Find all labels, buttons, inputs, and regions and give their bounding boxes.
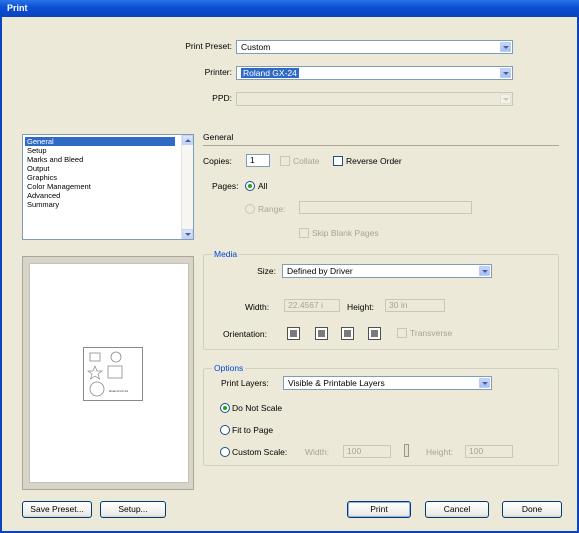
- category-item[interactable]: Color Management: [25, 182, 93, 191]
- options-heading: Options: [212, 363, 246, 373]
- printer-label: Printer:: [204, 67, 232, 77]
- collate-label: Collate: [293, 156, 320, 166]
- skip-blank-checkbox[interactable]: [299, 228, 309, 238]
- category-item[interactable]: Output: [25, 164, 52, 173]
- category-list[interactable]: General Setup Marks and Bleed Output Graphic…: [22, 134, 194, 240]
- scroll-up-icon[interactable]: [182, 135, 193, 145]
- custom-scale-height-field[interactable]: 100: [465, 445, 513, 458]
- print-layers-value: Visible & Printable Layers: [288, 378, 385, 388]
- chevron-down-icon[interactable]: [479, 266, 490, 276]
- print-preview: Roland GX-24: [22, 256, 194, 490]
- pages-range-label: Range:: [258, 204, 286, 214]
- skip-blank-label: Skip Blank Pages: [312, 228, 379, 238]
- print-layers-label: Print Layers:: [221, 378, 269, 388]
- media-width-field[interactable]: 22.4567 i: [284, 299, 340, 312]
- done-button[interactable]: Done: [502, 501, 562, 518]
- reverse-portrait-icon[interactable]: [341, 327, 354, 340]
- fit-to-page-radio[interactable]: [220, 425, 230, 435]
- category-item[interactable]: Graphics: [25, 173, 59, 182]
- print-preset-label: Print Preset:: [185, 41, 232, 51]
- ppd-select[interactable]: [236, 92, 513, 106]
- collate-checkbox[interactable]: [280, 156, 290, 166]
- printer-value: Roland GX-24: [241, 68, 299, 78]
- reverse-order-label: Reverse Order: [346, 156, 402, 166]
- pages-label: Pages:: [212, 181, 239, 191]
- chevron-down-icon: [500, 94, 511, 104]
- pages-all-radio[interactable]: [245, 181, 255, 191]
- general-divider: [203, 145, 559, 146]
- print-preset-select[interactable]: Custom: [236, 40, 513, 54]
- media-height-field[interactable]: 30 in: [385, 299, 445, 312]
- portrait-icon[interactable]: [287, 327, 300, 340]
- category-item[interactable]: Setup: [25, 146, 49, 155]
- category-item[interactable]: Marks and Bleed: [25, 155, 85, 164]
- printer-select[interactable]: Roland GX-24: [236, 66, 513, 80]
- preview-artwork: Roland GX-24: [83, 347, 143, 401]
- fit-to-page-label: Fit to Page: [232, 425, 274, 435]
- do-not-scale-label: Do Not Scale: [232, 403, 283, 413]
- category-item[interactable]: Summary: [25, 200, 61, 209]
- print-preset-value: Custom: [241, 42, 271, 52]
- size-value: Defined by Driver: [287, 266, 353, 276]
- preview-thumb-text: Roland GX-24: [109, 389, 128, 393]
- landscape-icon[interactable]: [315, 327, 328, 340]
- window-title: Print: [7, 3, 28, 13]
- width-label: Width:: [245, 302, 270, 312]
- print-button[interactable]: Print: [347, 501, 411, 518]
- category-item[interactable]: Advanced: [25, 191, 62, 200]
- ppd-label: PPD:: [212, 93, 232, 103]
- custom-scale-width-label: Width:: [305, 447, 330, 457]
- size-select[interactable]: Defined by Driver: [282, 264, 492, 278]
- custom-scale-width-field[interactable]: 100: [343, 445, 391, 458]
- constrain-link-icon[interactable]: [404, 444, 409, 457]
- custom-scale-height-label: Height:: [426, 447, 453, 457]
- category-scrollbar[interactable]: [181, 135, 193, 239]
- copies-field[interactable]: 1: [246, 154, 270, 167]
- transverse-checkbox[interactable]: [397, 328, 407, 338]
- pages-range-radio[interactable]: [245, 204, 255, 214]
- media-heading: Media: [212, 249, 240, 259]
- custom-scale-label: Custom Scale:: [232, 447, 288, 457]
- general-heading: General: [203, 132, 234, 142]
- transverse-label: Transverse: [410, 328, 453, 338]
- preview-paper: Roland GX-24: [29, 263, 189, 483]
- scroll-down-icon[interactable]: [182, 229, 193, 239]
- range-field[interactable]: [299, 201, 472, 214]
- cancel-button[interactable]: Cancel: [425, 501, 489, 518]
- height-label: Height:: [347, 302, 374, 312]
- print-layers-select[interactable]: Visible & Printable Layers: [283, 376, 492, 390]
- do-not-scale-radio[interactable]: [220, 403, 230, 413]
- orientation-label: Orientation:: [223, 329, 267, 339]
- reverse-landscape-icon[interactable]: [368, 327, 381, 340]
- save-preset-button[interactable]: Save Preset...: [22, 501, 92, 518]
- reverse-order-checkbox[interactable]: [333, 156, 343, 166]
- chevron-down-icon[interactable]: [479, 378, 490, 388]
- pages-all-label: All: [258, 181, 268, 191]
- copies-label: Copies:: [203, 156, 232, 166]
- chevron-down-icon[interactable]: [500, 42, 511, 52]
- title-bar: Print: [0, 0, 579, 17]
- category-item[interactable]: General: [25, 137, 175, 146]
- custom-scale-radio[interactable]: [220, 447, 230, 457]
- size-label: Size:: [257, 266, 276, 276]
- chevron-down-icon[interactable]: [500, 68, 511, 78]
- setup-button[interactable]: Setup...: [100, 501, 166, 518]
